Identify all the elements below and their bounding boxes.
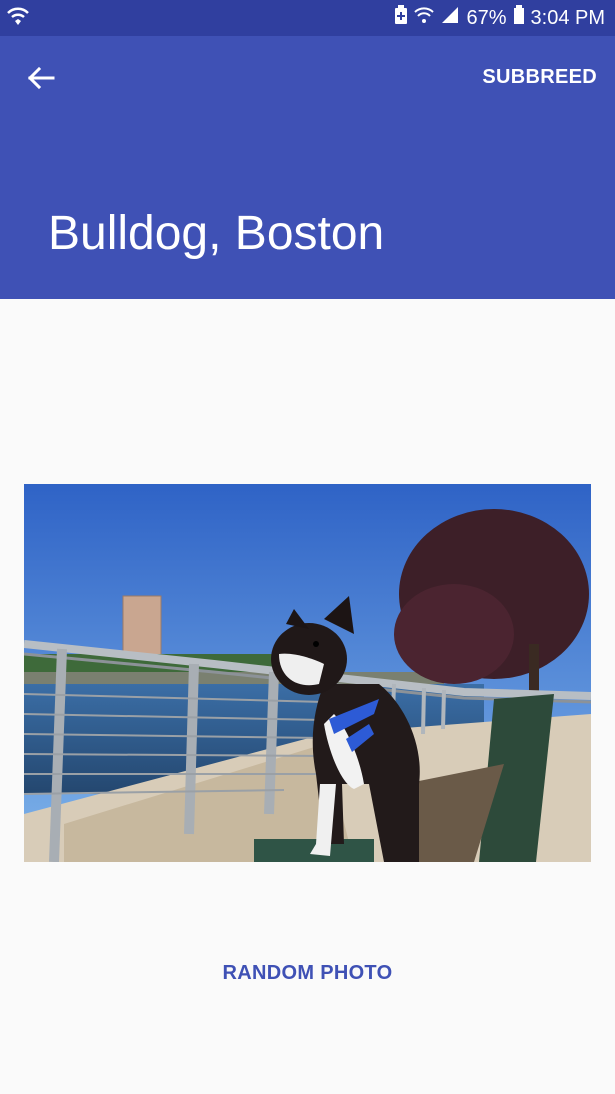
wifi-calling-icon xyxy=(6,6,30,33)
wifi-icon xyxy=(414,6,435,30)
battery-icon xyxy=(513,5,525,31)
signal-icon xyxy=(440,6,460,30)
arrow-left-icon xyxy=(27,66,55,90)
subbreed-button[interactable]: SUBBREED xyxy=(482,66,597,89)
battery-percent: 67% xyxy=(466,6,507,29)
status-time: 3:04 PM xyxy=(530,6,605,29)
back-button[interactable] xyxy=(20,58,64,98)
random-photo-button[interactable]: RANDOM PHOTO xyxy=(0,962,615,985)
dog-photo xyxy=(24,484,591,862)
page-title: Bulldog, Boston xyxy=(48,207,385,260)
battery-saver-icon xyxy=(394,5,408,31)
status-bar: 67% 3:04 PM xyxy=(0,0,615,36)
app-bar: SUBBREED Bulldog, Boston xyxy=(0,36,615,299)
